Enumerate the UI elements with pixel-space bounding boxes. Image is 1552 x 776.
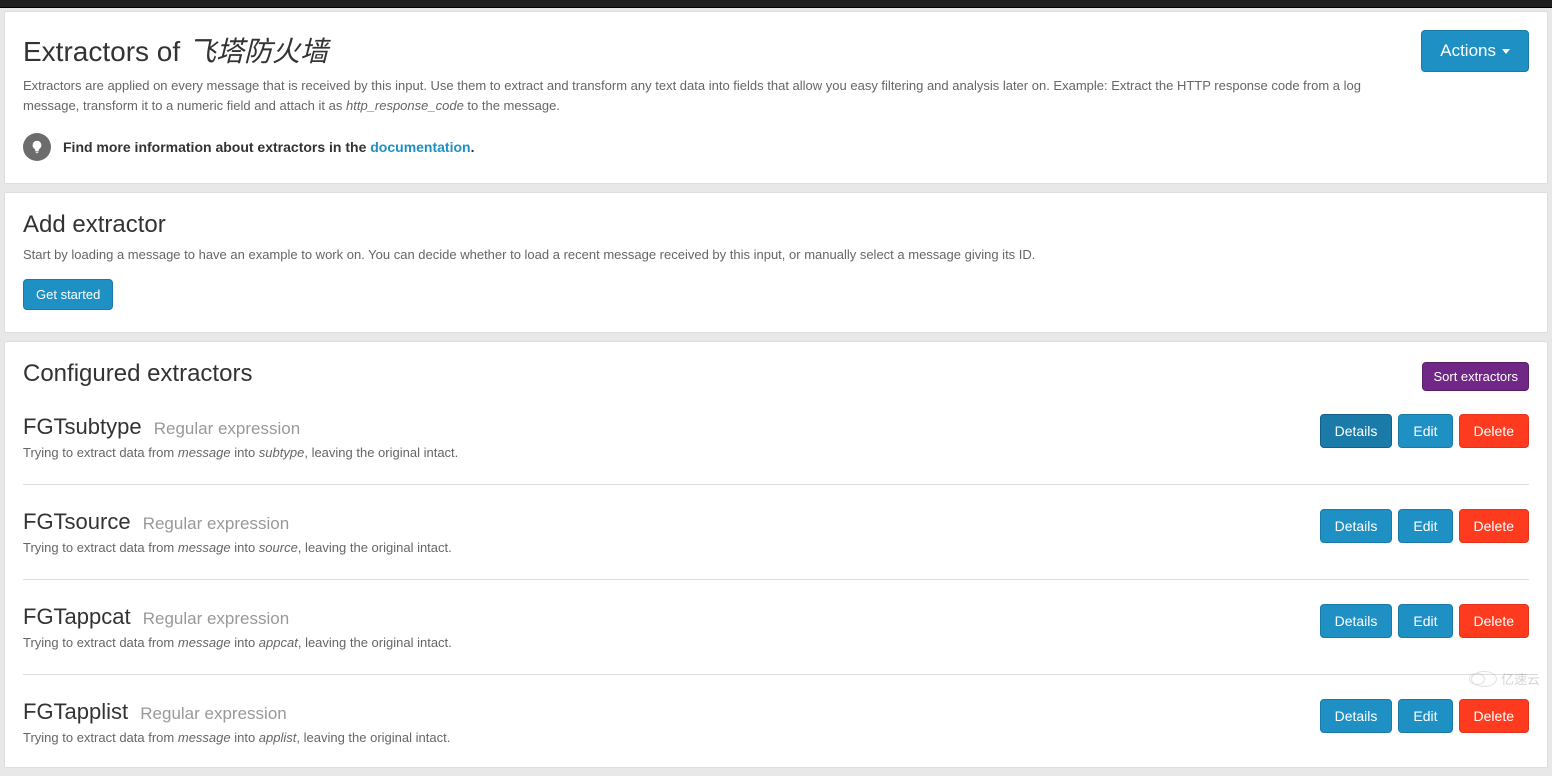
lightbulb-icon [23, 133, 51, 161]
details-button[interactable]: Details [1320, 414, 1393, 448]
details-button[interactable]: Details [1320, 699, 1393, 733]
extractors-header-panel: Extractors of 飞塔防火墙 Extractors are appli… [4, 11, 1548, 184]
documentation-link[interactable]: documentation [370, 139, 470, 155]
extractor-row: FGTsource Regular expression Trying to ex… [23, 509, 1529, 580]
extractor-row: FGTappcat Regular expression Trying to ex… [23, 604, 1529, 675]
add-extractor-title: Add extractor [23, 211, 1529, 239]
documentation-hint: Find more information about extractors i… [63, 139, 474, 155]
delete-button[interactable]: Delete [1459, 604, 1529, 638]
extractor-description: Trying to extract data from message into… [23, 635, 452, 650]
extractor-type: Regular expression [143, 609, 289, 628]
extractor-name: FGTappcat Regular expression [23, 604, 452, 630]
delete-button[interactable]: Delete [1459, 509, 1529, 543]
delete-button[interactable]: Delete [1459, 414, 1529, 448]
extractor-name: FGTapplist Regular expression [23, 699, 450, 725]
delete-button[interactable]: Delete [1459, 699, 1529, 733]
configured-extractors-title: Configured extractors [23, 360, 252, 388]
add-extractor-panel: Add extractor Start by loading a message… [4, 192, 1548, 333]
details-button[interactable]: Details [1320, 604, 1393, 638]
input-name: 飞塔防火墙 [188, 36, 328, 67]
sort-extractors-button[interactable]: Sort extractors [1422, 362, 1529, 391]
add-extractor-description: Start by loading a message to have an ex… [23, 245, 1529, 265]
caret-down-icon [1502, 49, 1510, 54]
edit-button[interactable]: Edit [1398, 604, 1452, 638]
extractor-type: Regular expression [154, 419, 300, 438]
extractor-description: Trying to extract data from message into… [23, 540, 452, 555]
extractor-row: FGTsubtype Regular expression Trying to e… [23, 414, 1529, 485]
extractor-type: Regular expression [143, 514, 289, 533]
page-title: Extractors of 飞塔防火墙 [23, 30, 1401, 70]
title-prefix: Extractors of [23, 36, 188, 67]
extractor-name: FGTsubtype Regular expression [23, 414, 458, 440]
page-description: Extractors are applied on every message … [23, 76, 1401, 115]
extractor-row: FGTapplist Regular expression Trying to e… [23, 699, 1529, 745]
extractor-description: Trying to extract data from message into… [23, 730, 450, 745]
configured-extractors-panel: Configured extractors Sort extractors FG… [4, 341, 1548, 768]
extractor-name: FGTsource Regular expression [23, 509, 452, 535]
actions-dropdown-button[interactable]: Actions [1421, 30, 1529, 72]
extractor-description: Trying to extract data from message into… [23, 445, 458, 460]
details-button[interactable]: Details [1320, 509, 1393, 543]
edit-button[interactable]: Edit [1398, 509, 1452, 543]
edit-button[interactable]: Edit [1398, 699, 1452, 733]
edit-button[interactable]: Edit [1398, 414, 1452, 448]
extractor-type: Regular expression [140, 704, 286, 723]
get-started-button[interactable]: Get started [23, 279, 113, 310]
top-navbar [0, 0, 1552, 8]
